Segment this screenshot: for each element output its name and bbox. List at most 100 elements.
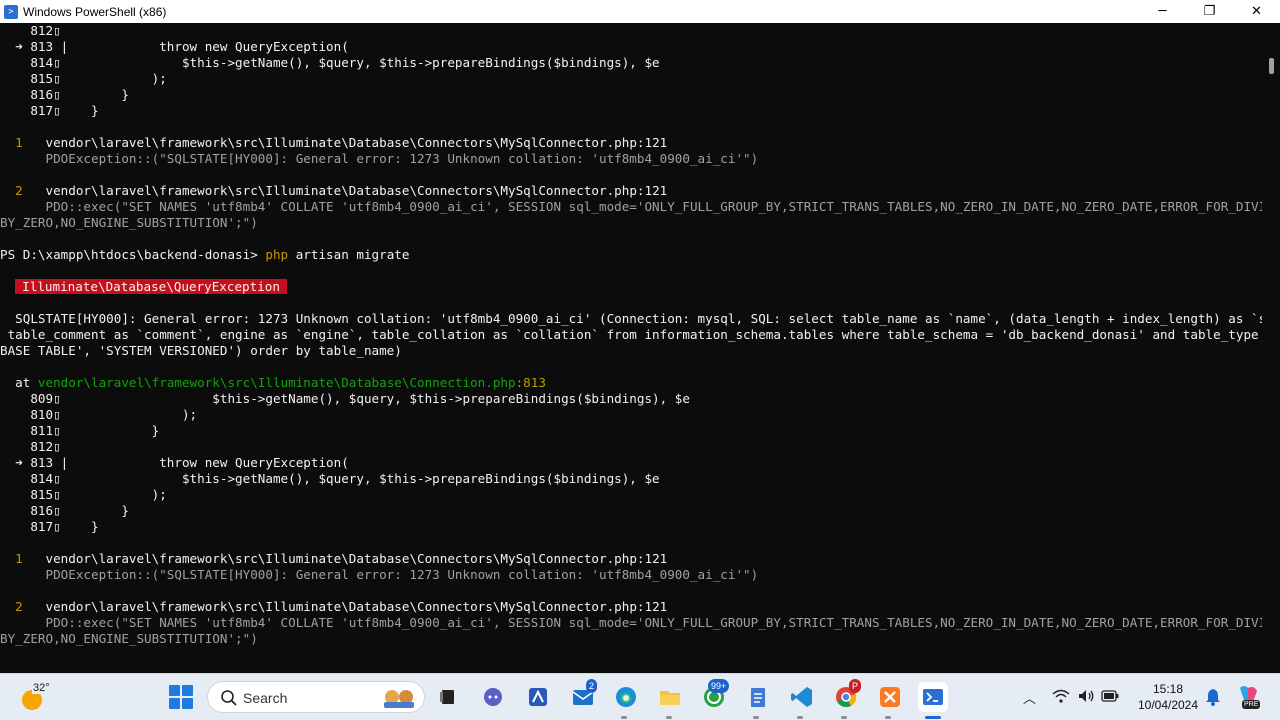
console-line: 814▯ $this->getName(), $query, $this->pr… — [0, 471, 1262, 487]
taskbar-clock[interactable]: 15:18 10/04/2024 — [1128, 681, 1208, 713]
power-automate-icon[interactable] — [523, 682, 553, 712]
console-text: 1 — [0, 135, 46, 150]
console-scrollbar[interactable] — [1262, 23, 1280, 673]
console-text: vendor\laravel\framework\src\Illuminate\… — [45, 599, 668, 614]
running-indicator — [621, 716, 627, 719]
console-line: 816▯ } — [0, 87, 1262, 103]
console-text: PDOException::("SQLSTATE[HY000]: General… — [0, 151, 759, 166]
console-text: vendor\laravel\framework\src\Illuminate\… — [37, 375, 516, 390]
console-line: 814▯ $this->getName(), $query, $this->pr… — [0, 55, 1262, 71]
console-text: vendor\laravel\framework\src\Illuminate\… — [45, 551, 668, 566]
file-explorer-icon[interactable] — [655, 682, 685, 712]
start-button[interactable] — [169, 685, 193, 709]
console-line: 2 vendor\laravel\framework\src\Illuminat… — [0, 183, 1262, 199]
console-line: 1 vendor\laravel\framework\src\Illuminat… — [0, 551, 1262, 567]
whatsapp-badge: 99+ — [708, 679, 730, 693]
console-text: 815▯ ); — [0, 487, 167, 502]
console-line: 812▯ — [0, 23, 1262, 39]
console-line: 816▯ } — [0, 503, 1262, 519]
console-text: 810▯ ); — [0, 407, 198, 422]
running-indicator — [753, 716, 759, 719]
console-line: ➜ 813 | throw new QueryException( — [0, 39, 1262, 55]
vscode-icon[interactable] — [787, 682, 817, 712]
notepad-icon[interactable] — [743, 682, 773, 712]
wifi-icon[interactable] — [1052, 688, 1070, 704]
console-line: PDO::exec("SET NAMES 'utf8mb4' COLLATE '… — [0, 615, 1262, 631]
console-line: BY_ZERO,NO_ENGINE_SUBSTITUTION';") — [0, 215, 1262, 231]
window-title: Windows PowerShell (x86) — [23, 4, 167, 19]
title-bar: > Windows PowerShell (x86) ─ ❐ ✕ — [0, 0, 1280, 23]
search-label: Search — [243, 690, 288, 706]
copilot-button[interactable]: PRE — [1236, 684, 1262, 710]
battery-icon[interactable] — [1101, 690, 1119, 702]
console-text: SQLSTATE[HY000]: General error: 1273 Unk… — [0, 311, 1262, 326]
taskbar-search[interactable]: Search — [207, 681, 425, 713]
console-text: php — [265, 247, 289, 262]
console-text: 816▯ } — [0, 87, 129, 102]
console-text: 2 — [0, 599, 46, 614]
running-indicator — [841, 716, 847, 719]
show-hidden-icons-icon[interactable]: ︿ — [1023, 688, 1036, 707]
console-text: 812▯ — [0, 23, 61, 38]
minimize-button[interactable]: ─ — [1139, 0, 1186, 23]
copilot-preview-badge: PRE — [1242, 700, 1261, 709]
console-text: 817▯ } — [0, 103, 99, 118]
console-text: 814▯ $this->getName(), $query, $this->pr… — [0, 471, 660, 486]
console-text: ➜ 813 | throw new QueryException( — [0, 455, 349, 470]
console-line: 812▯ — [0, 439, 1262, 455]
console-text: PDO::exec("SET NAMES 'utf8mb4' COLLATE '… — [0, 199, 1262, 214]
console-text: table_comment as `comment`, engine as `e… — [0, 327, 1262, 342]
console-text: BY_ZERO,NO_ENGINE_SUBSTITUTION';") — [0, 215, 258, 230]
maximize-button[interactable]: ❐ — [1186, 0, 1233, 23]
console-text: PS D:\xampp\htdocs\backend-donasi> — [0, 247, 266, 262]
console-line: 815▯ ); — [0, 487, 1262, 503]
running-indicator — [797, 716, 803, 719]
console-line: 2 vendor\laravel\framework\src\Illuminat… — [0, 599, 1262, 615]
console-line: 811▯ } — [0, 423, 1262, 439]
console-line: PS D:\xampp\htdocs\backend-donasi> php a… — [0, 247, 1262, 263]
console-line: 1 vendor\laravel\framework\src\Illuminat… — [0, 135, 1262, 151]
scrollbar-thumb[interactable] — [1269, 58, 1274, 74]
search-icon — [221, 690, 237, 706]
console-line: table_comment as `comment`, engine as `e… — [0, 327, 1262, 343]
search-highlight-icon — [384, 690, 414, 708]
console-text: 816▯ } — [0, 503, 129, 518]
mail-badge: 2 — [586, 679, 598, 693]
console-output[interactable]: 812▯ ➜ 813 | throw new QueryException( 8… — [0, 23, 1262, 673]
console-text: 812▯ — [0, 439, 61, 454]
clock-time: 15:18 — [1152, 682, 1184, 696]
console-text: PDO::exec("SET NAMES 'utf8mb4' COLLATE '… — [0, 615, 1262, 630]
running-indicator — [885, 716, 891, 719]
console-text: :813 — [515, 375, 546, 390]
windows-logo-icon — [169, 685, 180, 696]
weather-temperature: 32° — [32, 682, 51, 694]
console-text: 2 — [0, 183, 46, 198]
console-line: 815▯ ); — [0, 71, 1262, 87]
close-button[interactable]: ✕ — [1233, 0, 1280, 23]
weather-widget[interactable]: 32° — [18, 680, 52, 714]
console-line: Illuminate\Database\QueryException — [0, 279, 1262, 295]
console-line: SQLSTATE[HY000]: General error: 1273 Unk… — [0, 311, 1262, 327]
volume-icon[interactable] — [1077, 688, 1095, 704]
console-line: BASE TABLE', 'SYSTEM VERSIONED') order b… — [0, 343, 1262, 359]
chrome-profile-badge: P — [849, 679, 862, 693]
console-text: BASE TABLE', 'SYSTEM VERSIONED') order b… — [0, 343, 402, 358]
console-text: at — [0, 375, 38, 390]
console-text: 815▯ ); — [0, 71, 167, 86]
powershell-taskbar-icon[interactable] — [918, 682, 948, 712]
edge-icon[interactable] — [611, 682, 641, 712]
notification-bell-icon[interactable] — [1205, 688, 1221, 706]
console-text: PDOException::("SQLSTATE[HY000]: General… — [0, 567, 759, 582]
console-line: ➜ 813 | throw new QueryException( — [0, 455, 1262, 471]
taskbar: 32° Search 2 99+ P ︿ 15:18 10/04/2024 PR… — [0, 673, 1280, 720]
console-line: BY_ZERO,NO_ENGINE_SUBSTITUTION';") — [0, 631, 1262, 647]
task-view-icon[interactable] — [433, 682, 463, 712]
console-text: 809▯ $this->getName(), $query, $this->pr… — [0, 391, 690, 406]
chat-icon[interactable] — [478, 682, 508, 712]
xampp-icon[interactable] — [875, 682, 905, 712]
